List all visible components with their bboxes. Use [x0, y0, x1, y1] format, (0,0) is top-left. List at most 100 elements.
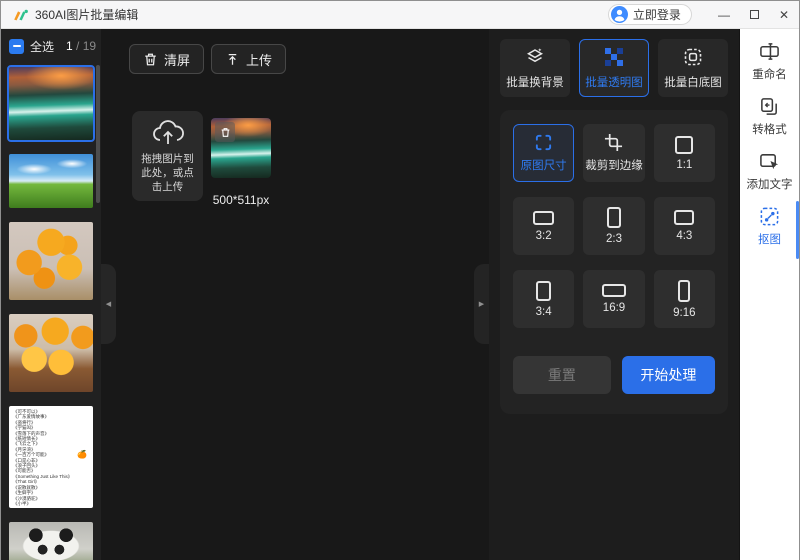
upload-icon: [228, 53, 237, 65]
tool-label: 转格式: [752, 124, 787, 136]
clear-screen-button[interactable]: 清屏: [129, 44, 205, 74]
maximize-icon: [749, 9, 759, 19]
window-maximize-button[interactable]: [749, 9, 759, 21]
thumbnail-sidebar: 全选 1 / 19 《可不可以》 《广东爱情故事》 《盗将行》 《学猫叫》 《雪…: [1, 29, 101, 560]
size-option-crop-to-edge[interactable]: 裁剪到边缘: [583, 124, 645, 182]
original-size-icon: [536, 134, 552, 151]
active-tool-indicator: [796, 201, 799, 259]
trash-icon: [145, 53, 156, 65]
ratio-3-4-icon: [536, 280, 552, 301]
size-option-original[interactable]: 原图尺寸: [513, 124, 575, 182]
dropzone-text: 拖拽图片到此处，或点击上传: [141, 153, 194, 193]
size-options-grid: 原图尺寸 裁剪到边缘 1:1 3:2 2:3 4:3 3:4 16:9 9:16: [513, 124, 715, 328]
selection-counter: 1 / 19: [66, 39, 96, 53]
window-close-button[interactable]: ✕: [779, 9, 789, 21]
titlebar: 360AI图片批量编辑 立即登录 — ✕: [1, 1, 799, 29]
layers-icon: [526, 47, 544, 62]
sidebar-header: 全选 1 / 19: [1, 29, 101, 63]
app-title: 360AI图片批量编辑: [35, 8, 139, 22]
ratio-4-3-icon: [674, 210, 695, 225]
settings-panel: 批量换背景 批量透明图 批量白底图 原图尺寸 裁剪到边缘 1:1 3:2 2:3…: [489, 29, 739, 560]
canvas-area: 清屏 上传 拖拽图片到此处，或点击上传 500*511px ◀ ▶: [101, 29, 489, 560]
ratio-1-1-icon: [675, 135, 694, 154]
app-body: 全选 1 / 19 《可不可以》 《广东爱情故事》 《盗将行》 《学猫叫》 《雪…: [1, 29, 799, 560]
size-option-label: 9:16: [673, 306, 696, 319]
size-option-2-3[interactable]: 2:3: [583, 197, 645, 255]
size-option-label: 3:4: [535, 305, 552, 318]
transparency-checker-icon: [605, 47, 623, 66]
working-image-thumbnail[interactable]: [211, 118, 271, 178]
thumbnail-list: 《可不可以》 《广东爱情故事》 《盗将行》 《学猫叫》 《雪落下的声音》 《纸短…: [7, 65, 95, 560]
app-window: 360AI图片批量编辑 立即登录 — ✕ 全选 1 / 19 《可不可以》 《广…: [0, 0, 800, 560]
white-background-icon: [684, 48, 702, 65]
tool-add-text[interactable]: 添加文字: [740, 151, 799, 192]
cutout-icon: [760, 207, 779, 226]
size-option-label: 原图尺寸: [520, 160, 567, 172]
tab-batch-white-background[interactable]: 批量白底图: [658, 39, 728, 97]
tool-cutout[interactable]: 抠图: [740, 206, 799, 247]
login-label: 立即登录: [632, 8, 681, 22]
tab-label: 批量透明图: [585, 76, 643, 89]
batch-mode-tabs: 批量换背景 批量透明图 批量白底图: [500, 39, 728, 97]
thumbnail-green-field[interactable]: [9, 154, 93, 208]
tool-convert-format[interactable]: 转格式: [740, 96, 799, 137]
upload-dropzone[interactable]: 拖拽图片到此处，或点击上传: [132, 111, 203, 201]
avatar-icon: [610, 6, 628, 23]
size-option-label: 4:3: [676, 230, 693, 242]
panel-actions: 重置 开始处理: [513, 356, 715, 394]
select-all-label: 全选: [30, 39, 55, 54]
size-option-label: 2:3: [605, 233, 622, 245]
size-option-label: 1:1: [676, 158, 693, 171]
size-option-16-9[interactable]: 16:9: [583, 270, 645, 328]
image-dimensions-label: 500*511px: [212, 193, 270, 207]
tool-label: 抠图: [758, 234, 781, 246]
convert-format-icon: [761, 98, 777, 115]
thumbnail-song-list[interactable]: 《可不可以》 《广东爱情故事》 《盗将行》 《学猫叫》 《雪落下的声音》 《纸短…: [9, 406, 93, 508]
size-option-3-2[interactable]: 3:2: [513, 197, 575, 255]
orange-emoji: 🍊: [77, 450, 87, 459]
size-option-label: 3:2: [535, 229, 552, 242]
crop-icon: [605, 133, 623, 152]
tool-label: 重命名: [752, 69, 787, 81]
cloud-upload-icon: [152, 120, 184, 144]
select-all-checkbox[interactable]: [9, 38, 24, 54]
sidebar-scrollbar[interactable]: [96, 65, 100, 203]
size-option-3-4[interactable]: 3:4: [513, 270, 575, 328]
tab-label: 批量换背景: [506, 76, 564, 89]
total-count: / 19: [76, 39, 97, 53]
start-processing-button[interactable]: 开始处理: [621, 356, 715, 394]
thumbnail-orange-slices[interactable]: [9, 314, 93, 392]
tab-batch-transparent[interactable]: 批量透明图: [579, 39, 649, 97]
chevron-right-icon: ▶: [478, 301, 485, 308]
ratio-16-9-icon: [601, 284, 626, 297]
tab-label: 批量白底图: [664, 76, 722, 89]
size-option-9-16[interactable]: 9:16: [653, 270, 715, 328]
size-option-label: 裁剪到边缘: [585, 160, 643, 172]
collapse-sidebar-handle[interactable]: ◀: [101, 264, 116, 344]
size-option-1-1[interactable]: 1:1: [653, 124, 715, 182]
tool-rename[interactable]: 重命名: [740, 41, 799, 82]
size-option-4-3[interactable]: 4:3: [653, 197, 715, 255]
size-options-panel: 原图尺寸 裁剪到边缘 1:1 3:2 2:3 4:3 3:4 16:9 9:16…: [500, 110, 728, 414]
app-logo-icon: [14, 9, 28, 20]
thumbnail-sunset-waterfall[interactable]: [7, 65, 95, 142]
reset-button[interactable]: 重置: [513, 356, 611, 394]
tool-label: 添加文字: [746, 179, 793, 191]
login-button[interactable]: 立即登录: [607, 4, 692, 25]
ratio-2-3-icon: [606, 207, 621, 228]
window-controls: — ✕: [718, 9, 789, 21]
upload-button[interactable]: 上传: [211, 44, 287, 74]
clear-screen-label: 清屏: [164, 52, 191, 68]
tab-batch-change-background[interactable]: 批量换背景: [500, 39, 570, 97]
thumbnail-panda[interactable]: [9, 522, 93, 560]
delete-image-button[interactable]: [215, 122, 235, 142]
ratio-3-2-icon: [533, 210, 555, 225]
thumbnail-orange-basket[interactable]: [9, 222, 93, 300]
rename-icon: [760, 43, 779, 60]
chevron-left-icon: ◀: [105, 301, 112, 308]
size-option-label: 16:9: [602, 302, 626, 314]
upload-label: 上传: [246, 52, 273, 68]
collapse-panel-handle[interactable]: ▶: [474, 264, 489, 344]
trash-icon: [221, 127, 229, 137]
window-minimize-button[interactable]: —: [718, 9, 730, 21]
